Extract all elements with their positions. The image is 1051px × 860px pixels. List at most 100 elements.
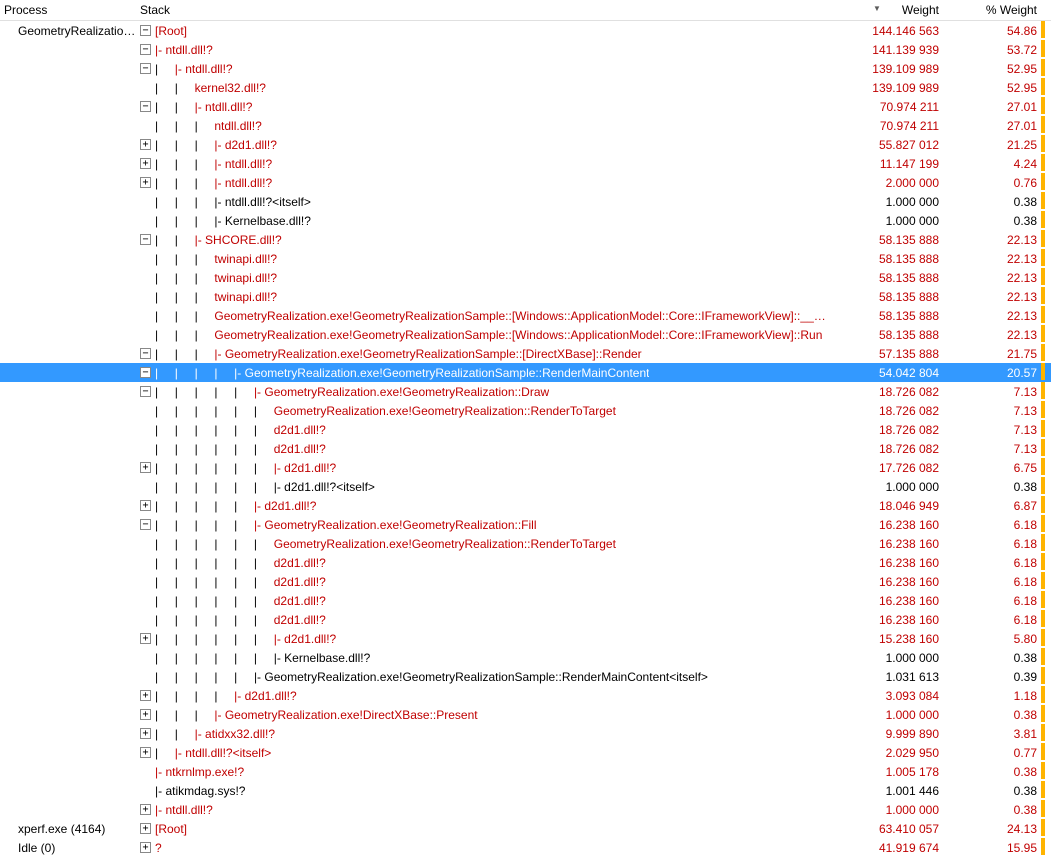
tree-guide: | | | | | | [155, 556, 274, 570]
weight-bar-cell [1037, 363, 1047, 382]
tree-row[interactable]: | | | | | | d2d1.dll!?16.238 1606.18 [0, 591, 1051, 610]
expand-icon[interactable]: + [140, 747, 151, 758]
collapse-icon[interactable]: − [140, 25, 151, 36]
tree-row[interactable]: +| | | |- ntdll.dll!?2.000 0000.76 [0, 173, 1051, 192]
column-header-stack[interactable]: Stack [140, 3, 831, 17]
tree-row[interactable]: +| | | | | | |- d2d1.dll!?17.726 0826.75 [0, 458, 1051, 477]
stack-frame-label: |- atikmdag.sys!? [155, 784, 245, 798]
tree-row[interactable]: | | | |- Kernelbase.dll!?1.000 0000.38 [0, 211, 1051, 230]
stack-frame-label: |- d2d1.dll!? [214, 138, 277, 152]
tree-guide: | | | | | | [155, 613, 274, 627]
collapse-icon[interactable]: − [140, 234, 151, 245]
pct-weight-cell: 0.38 [939, 480, 1037, 494]
tree-row[interactable]: +| | | |- d2d1.dll!?55.827 01221.25 [0, 135, 1051, 154]
tree-row[interactable]: | | | | | | d2d1.dll!?16.238 1606.18 [0, 553, 1051, 572]
collapse-icon[interactable]: − [140, 367, 151, 378]
tree-row[interactable]: −| | |- ntdll.dll!?70.974 21127.01 [0, 97, 1051, 116]
tree-row[interactable]: | | | | | |- GeometryRealization.exe!Geo… [0, 667, 1051, 686]
tree-row[interactable]: | | | | | | d2d1.dll!?18.726 0827.13 [0, 439, 1051, 458]
expand-icon[interactable]: + [140, 690, 151, 701]
weight-bar-cell [1037, 344, 1047, 363]
weight-cell: 57.135 888 [831, 347, 939, 361]
stack-cell: |- ntkrnlmp.exe!? [140, 765, 831, 779]
tree-guide: | | | | | [155, 499, 254, 513]
tree-row[interactable]: | | | | | | |- d2d1.dll!?<itself>1.000 0… [0, 477, 1051, 496]
expander-placeholder [140, 538, 151, 549]
expand-icon[interactable]: + [140, 500, 151, 511]
expand-icon[interactable]: + [140, 633, 151, 644]
expand-icon[interactable]: + [140, 709, 151, 720]
weight-bar-cell [1037, 724, 1047, 743]
expand-icon[interactable]: + [140, 728, 151, 739]
tree-row[interactable]: +| |- ntdll.dll!?<itself>2.029 9500.77 [0, 743, 1051, 762]
tree-row[interactable]: +| | |- atidxx32.dll!?9.999 8903.81 [0, 724, 1051, 743]
collapse-icon[interactable]: − [140, 348, 151, 359]
tree-row[interactable]: −| |- ntdll.dll!?139.109 98952.95 [0, 59, 1051, 78]
weight-cell: 15.238 160 [831, 632, 939, 646]
weight-bar-cell [1037, 439, 1047, 458]
tree-row[interactable]: | | | twinapi.dll!?58.135 88822.13 [0, 268, 1051, 287]
tree-row[interactable]: −| | |- SHCORE.dll!?58.135 88822.13 [0, 230, 1051, 249]
tree-row[interactable]: +| | | |- ntdll.dll!?11.147 1994.24 [0, 154, 1051, 173]
column-header-process[interactable]: Process [0, 3, 140, 17]
tree-row[interactable]: | | | |- ntdll.dll!?<itself>1.000 0000.3… [0, 192, 1051, 211]
tree-row[interactable]: +| | | | | |- d2d1.dll!?18.046 9496.87 [0, 496, 1051, 515]
collapse-icon[interactable]: − [140, 44, 151, 55]
tree-row[interactable]: | | | | | | |- Kernelbase.dll!?1.000 000… [0, 648, 1051, 667]
expand-icon[interactable]: + [140, 139, 151, 150]
collapse-icon[interactable]: − [140, 519, 151, 530]
tree-row[interactable]: | | | twinapi.dll!?58.135 88822.13 [0, 249, 1051, 268]
column-header-weight-label: Weight [902, 3, 939, 17]
expand-icon[interactable]: + [140, 462, 151, 473]
tree-row[interactable]: | | | | | | d2d1.dll!?16.238 1606.18 [0, 572, 1051, 591]
tree-row[interactable]: | | | GeometryRealization.exe!GeometryRe… [0, 306, 1051, 325]
tree-row[interactable]: +|- ntdll.dll!?1.000 0000.38 [0, 800, 1051, 819]
weight-bar-cell [1037, 59, 1047, 78]
weight-bar-cell [1037, 249, 1047, 268]
tree-row[interactable]: | | | | | | GeometryRealization.exe!Geom… [0, 534, 1051, 553]
collapse-icon[interactable]: − [140, 63, 151, 74]
expand-icon[interactable]: + [140, 842, 151, 853]
tree-row[interactable]: | | | | | | GeometryRealization.exe!Geom… [0, 401, 1051, 420]
tree-row[interactable]: | | | GeometryRealization.exe!GeometryRe… [0, 325, 1051, 344]
stack-frame-label: ntdll.dll!? [214, 119, 261, 133]
stack-frame-label: GeometryRealization.exe!GeometryRealizat… [214, 328, 822, 342]
tree-row[interactable]: Idle (0)+?41.919 67415.95 [0, 838, 1051, 857]
tree-row[interactable]: +| | | | |- d2d1.dll!?3.093 0841.18 [0, 686, 1051, 705]
pct-weight-cell: 21.75 [939, 347, 1037, 361]
weight-bar-cell [1037, 230, 1047, 249]
collapse-icon[interactable]: − [140, 101, 151, 112]
tree-row[interactable]: |- ntkrnlmp.exe!?1.005 1780.38 [0, 762, 1051, 781]
tree-row[interactable]: |- atikmdag.sys!?1.001 4460.38 [0, 781, 1051, 800]
expand-icon[interactable]: + [140, 804, 151, 815]
stack-frame-label: |- ntdll.dll!? [214, 176, 272, 190]
column-header-pct-weight[interactable]: % Weight [939, 3, 1037, 17]
tree-row[interactable]: | | kernel32.dll!?139.109 98952.95 [0, 78, 1051, 97]
tree-row[interactable]: −| | | | | |- GeometryRealization.exe!Ge… [0, 382, 1051, 401]
expand-icon[interactable]: + [140, 177, 151, 188]
tree-row[interactable]: | | | | | | d2d1.dll!?18.726 0827.13 [0, 420, 1051, 439]
weight-bar-icon [1041, 173, 1045, 190]
tree-row[interactable]: GeometryRealization...−[Root]144.146 563… [0, 21, 1051, 40]
tree-row[interactable]: xperf.exe (4164)+[Root]63.410 05724.13 [0, 819, 1051, 838]
weight-bar-icon [1041, 382, 1045, 399]
weight-bar-cell [1037, 458, 1047, 477]
tree-row[interactable]: −|- ntdll.dll!?141.139 93953.72 [0, 40, 1051, 59]
tree-row[interactable]: +| | | |- GeometryRealization.exe!Direct… [0, 705, 1051, 724]
collapse-icon[interactable]: − [140, 386, 151, 397]
tree-row[interactable]: +| | | | | | |- d2d1.dll!?15.238 1605.80 [0, 629, 1051, 648]
tree-guide: | | | [155, 309, 214, 323]
stack-cell: +| | | | | | |- d2d1.dll!? [140, 632, 831, 646]
tree-row[interactable]: −| | | | |- GeometryRealization.exe!Geom… [0, 363, 1051, 382]
tree-row[interactable]: | | | ntdll.dll!?70.974 21127.01 [0, 116, 1051, 135]
tree-row[interactable]: | | | | | | d2d1.dll!?16.238 1606.18 [0, 610, 1051, 629]
pct-weight-cell: 1.18 [939, 689, 1037, 703]
expand-icon[interactable]: + [140, 823, 151, 834]
tree-row[interactable]: −| | | |- GeometryRealization.exe!Geomet… [0, 344, 1051, 363]
weight-bar-cell [1037, 268, 1047, 287]
expand-icon[interactable]: + [140, 158, 151, 169]
tree-guide: | | | [155, 119, 214, 133]
tree-row[interactable]: −| | | | | |- GeometryRealization.exe!Ge… [0, 515, 1051, 534]
tree-row[interactable]: | | | twinapi.dll!?58.135 88822.13 [0, 287, 1051, 306]
column-header-weight[interactable]: ▼ Weight [831, 3, 939, 17]
